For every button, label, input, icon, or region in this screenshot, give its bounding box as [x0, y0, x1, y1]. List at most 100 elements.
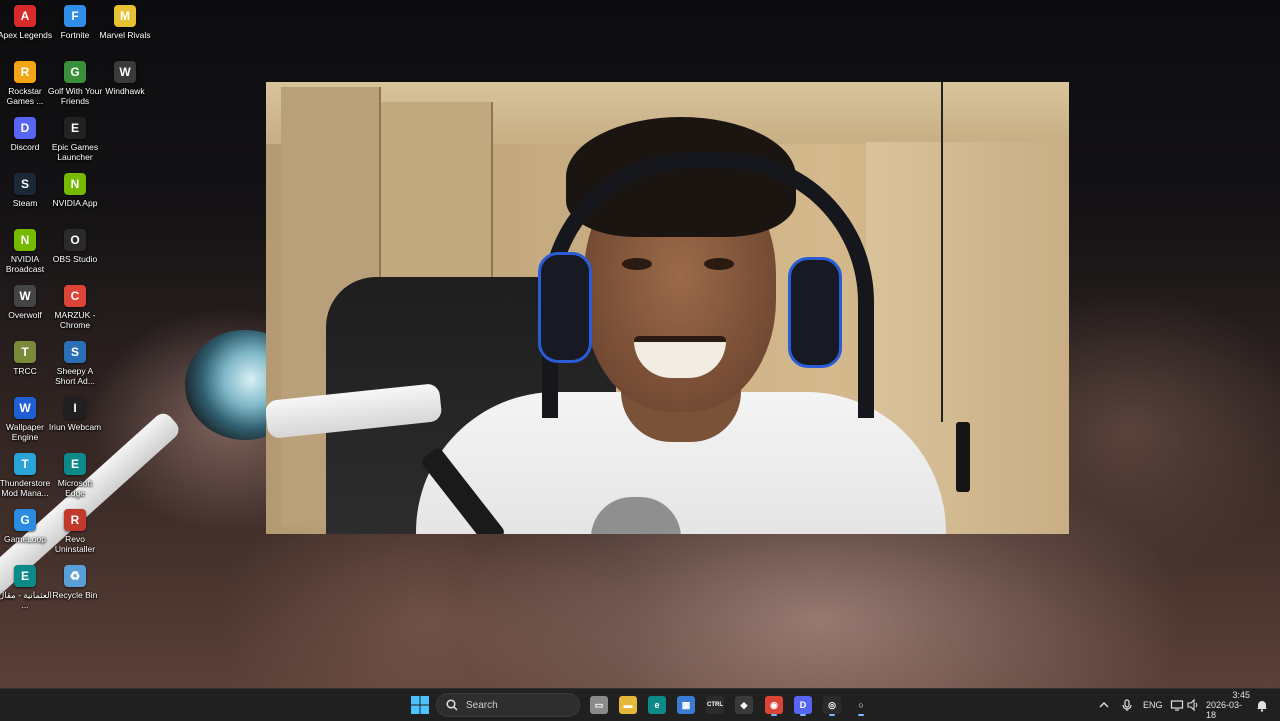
search-label: Search — [466, 699, 498, 711]
taskbar-task-view-button[interactable]: ▭ — [587, 693, 611, 717]
taskbar-file-explorer-button[interactable]: ▬ — [616, 693, 640, 717]
desktop-icon-recycle-bin[interactable]: ♻ Recycle Bin — [49, 565, 101, 600]
desktop-icon-steam[interactable]: S Steam — [0, 173, 51, 208]
windhawk-icon: W — [114, 61, 136, 83]
desktop-icon-golf-with-your-friends[interactable]: G Golf With Your Friends — [47, 61, 103, 106]
desktop-icon-label: Golf With Your Friends — [47, 86, 103, 106]
desktop-icon-obs-studio[interactable]: O OBS Studio — [49, 229, 101, 264]
taskbar-search-box[interactable]: Search — [436, 693, 580, 717]
discord-icon: D — [794, 696, 812, 714]
golf-with-your-friends-icon: G — [64, 61, 86, 83]
discord-icon: D — [14, 117, 36, 139]
desktop-icon-label: Wallpaper Engine — [6, 422, 44, 442]
desktop-icon-sheepy[interactable]: S Sheepy A Short Ad... — [49, 341, 101, 386]
desktop-icon-label: OBS Studio — [52, 254, 98, 264]
taskbar-ctrl-app-button[interactable]: CTRL — [703, 693, 727, 717]
desktop-icon-label: MARZUK - Chrome — [54, 310, 96, 330]
recycle-bin-icon: ♻ — [64, 565, 86, 587]
network-icon[interactable] — [1170, 689, 1184, 721]
desktop-icon-label: Iriun Webcam — [48, 422, 102, 432]
desktop-icon-label: Sheepy A Short Ad... — [55, 366, 95, 386]
desktop-icon-gameloop[interactable]: G GameLoop — [0, 509, 51, 544]
nvidia-broadcast-icon: N — [14, 229, 36, 251]
taskbar-iriun-webcam-button[interactable]: ○ — [849, 693, 873, 717]
desktop-icon-label: العثمانية - مقال ... — [0, 590, 52, 610]
desktop-icon-trcc[interactable]: T TRCC — [0, 341, 51, 376]
running-indicator — [771, 714, 777, 716]
desktop-icon-label: Marvel Rivals — [99, 30, 151, 40]
windows-logo-icon — [411, 696, 429, 714]
desktop-icon-label: Overwolf — [8, 310, 42, 320]
gameloop-icon: G — [14, 509, 36, 531]
desktop-icon-thunderstore[interactable]: T Thunderstore Mod Mana... — [0, 453, 51, 498]
desktop-icon-label: NVIDIA Broadcast — [5, 254, 45, 274]
edge-shortcut-icon: E — [14, 565, 36, 587]
desktop-icon-label: NVIDIA App — [52, 198, 98, 208]
start-button[interactable] — [408, 693, 432, 717]
revo-uninstaller-icon: R — [64, 509, 86, 531]
nvidia-app-icon: N — [64, 173, 86, 195]
webcam-video-feed — [266, 82, 1069, 534]
desktop-icon-label: Thunderstore Mod Mana... — [0, 478, 51, 498]
clock-time: 3:45 — [1232, 690, 1250, 700]
desktop-icon-apex-legends[interactable]: A Apex Legends — [0, 5, 53, 40]
chrome-icon: ◉ — [765, 696, 783, 714]
desktop-icon-windhawk[interactable]: W Windhawk — [99, 61, 151, 96]
microsoft-store-icon: ▦ — [677, 696, 695, 714]
desktop-icon-marvel-rivals[interactable]: M Marvel Rivals — [99, 5, 151, 40]
taskbar-chrome-button[interactable]: ◉ — [762, 693, 786, 717]
obs-studio-icon: ◎ — [823, 696, 841, 714]
edge-icon: e — [648, 696, 666, 714]
desktop-icon-iriun-webcam[interactable]: I Iriun Webcam — [49, 397, 101, 432]
desktop-icon-label: Rockstar Games ... — [6, 86, 44, 106]
desktop-icon-rockstar-games[interactable]: R Rockstar Games ... — [0, 61, 51, 106]
desktop-icon-label: Revo Uninstaller — [54, 534, 96, 554]
task-view-icon: ▭ — [590, 696, 608, 714]
iriun-webcam-icon: I — [64, 397, 86, 419]
desktop-icon-fortnite[interactable]: F Fortnite — [49, 5, 101, 40]
running-indicator — [829, 714, 835, 716]
taskbar-microsoft-store-button[interactable]: ▦ — [674, 693, 698, 717]
chrome-icon: C — [64, 285, 86, 307]
steam-icon: S — [14, 173, 36, 195]
running-indicator — [858, 714, 864, 716]
desktop-icon-label: GameLoop — [3, 534, 47, 544]
desktop-icon-nvidia-app[interactable]: N NVIDIA App — [49, 173, 101, 208]
search-icon — [446, 699, 458, 711]
desktop-icon-discord[interactable]: D Discord — [0, 117, 51, 152]
desktop-icon-label: Discord — [10, 142, 40, 152]
volume-icon[interactable] — [1186, 689, 1200, 721]
obs-studio-icon: O — [64, 229, 86, 251]
desktop-icon-label: Epic Games Launcher — [51, 142, 99, 162]
sheepy-icon: S — [64, 341, 86, 363]
taskbar-cube-app-button[interactable]: ◆ — [732, 693, 756, 717]
microphone-icon[interactable] — [1120, 689, 1134, 721]
running-indicator — [800, 714, 806, 716]
desktop-icon-revo-uninstaller[interactable]: R Revo Uninstaller — [49, 509, 101, 554]
desktop-icon-chrome[interactable]: C MARZUK - Chrome — [49, 285, 101, 330]
desktop-icon-nvidia-broadcast[interactable]: N NVIDIA Broadcast — [0, 229, 51, 274]
desktop-icon-epic-games[interactable]: E Epic Games Launcher — [49, 117, 101, 162]
desktop-icon-edge-shortcut[interactable]: E العثمانية - مقال ... — [0, 565, 52, 610]
ctrl-app-icon: CTRL — [706, 696, 724, 714]
taskbar-discord-button[interactable]: D — [791, 693, 815, 717]
rockstar-games-icon: R — [14, 61, 36, 83]
desktop-icon-label: Steam — [12, 198, 38, 208]
thunderstore-icon: T — [14, 453, 36, 475]
desktop-icon-wallpaper-engine[interactable]: W Wallpaper Engine — [0, 397, 51, 442]
clock-date: 2026-03-18 — [1206, 700, 1243, 720]
taskbar: Search ▭ ▬ e ▦ CTRL ◆ ◉ D ◎ ○ ENG 3:45 2026-03-18 — [0, 688, 1280, 721]
cube-app-icon: ◆ — [735, 696, 753, 714]
taskbar-obs-studio-button[interactable]: ◎ — [820, 693, 844, 717]
taskbar-edge-button[interactable]: e — [645, 693, 669, 717]
language-indicator[interactable]: ENG — [1143, 689, 1163, 721]
epic-games-icon: E — [64, 117, 86, 139]
notification-bell-icon[interactable] — [1256, 689, 1268, 721]
desktop-icon-label: Fortnite — [60, 30, 90, 40]
desktop-icon-label: Apex Legends — [0, 30, 53, 40]
desktop-icon-edge[interactable]: E Microsoft Edge — [49, 453, 101, 498]
tray-overflow-chevron-icon[interactable] — [1097, 689, 1111, 721]
desktop-icon-overwolf[interactable]: W Overwolf — [0, 285, 51, 320]
desktop-icon-label: TRCC — [13, 366, 37, 376]
clock[interactable]: 3:45 2026-03-18 — [1206, 689, 1250, 721]
